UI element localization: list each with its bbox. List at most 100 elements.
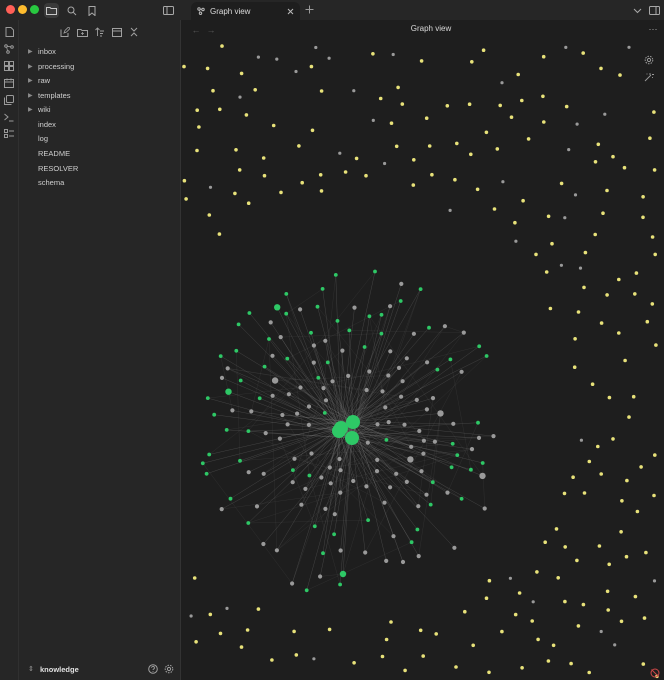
- note-node[interactable]: [207, 452, 212, 457]
- note-node[interactable]: [379, 331, 384, 336]
- orphan-node[interactable]: [641, 215, 645, 220]
- orphan-node[interactable]: [467, 102, 472, 106]
- orphan-node[interactable]: [573, 337, 577, 341]
- note-node[interactable]: [267, 337, 271, 341]
- orphan-node[interactable]: [244, 113, 249, 117]
- orphan-node[interactable]: [618, 73, 622, 77]
- orphan-node[interactable]: [487, 670, 491, 675]
- note-node[interactable]: [352, 305, 357, 310]
- orphan-node[interactable]: [652, 579, 657, 583]
- note-node[interactable]: [261, 471, 266, 476]
- orphan-node[interactable]: [412, 158, 416, 162]
- orphan-node[interactable]: [384, 637, 389, 642]
- orphan-node[interactable]: [573, 193, 578, 197]
- orphan-node[interactable]: [182, 178, 187, 183]
- note-node[interactable]: [400, 379, 405, 384]
- note-node[interactable]: [346, 373, 351, 378]
- orphan-node[interactable]: [551, 643, 556, 648]
- orphan-node[interactable]: [633, 594, 638, 599]
- note-node[interactable]: [246, 521, 251, 525]
- note-node[interactable]: [218, 354, 223, 358]
- orphan-node[interactable]: [554, 527, 559, 531]
- note-node[interactable]: [480, 461, 485, 465]
- hub-node[interactable]: [332, 424, 346, 438]
- note-node[interactable]: [285, 356, 290, 361]
- orphan-node[interactable]: [343, 170, 348, 174]
- orphan-node[interactable]: [582, 285, 586, 290]
- note-node[interactable]: [404, 479, 409, 484]
- orphan-node[interactable]: [238, 95, 242, 99]
- note-node[interactable]: [402, 422, 407, 427]
- orphan-node[interactable]: [253, 88, 257, 92]
- orphan-node[interactable]: [378, 96, 383, 101]
- sort-icon[interactable]: [94, 26, 106, 38]
- note-node[interactable]: [367, 314, 372, 319]
- graph-canvas[interactable]: [181, 40, 664, 680]
- orphan-node[interactable]: [593, 232, 597, 237]
- orphan-node[interactable]: [579, 438, 583, 442]
- orphan-node[interactable]: [270, 658, 274, 662]
- orphan-node[interactable]: [575, 558, 579, 563]
- orphan-node[interactable]: [542, 120, 546, 124]
- note-node[interactable]: [228, 496, 233, 501]
- orphan-node[interactable]: [599, 321, 604, 325]
- note-node[interactable]: [365, 440, 370, 445]
- note-node[interactable]: [238, 378, 243, 383]
- orphan-node[interactable]: [421, 654, 425, 658]
- note-node[interactable]: [374, 469, 380, 474]
- orphan-node[interactable]: [194, 640, 198, 644]
- note-node[interactable]: [448, 357, 453, 362]
- folder-wiki[interactable]: ▶ wiki: [19, 102, 179, 116]
- orphan-node[interactable]: [492, 207, 497, 211]
- right-sidebar-toggle-icon[interactable]: [647, 3, 662, 18]
- note-node[interactable]: [236, 322, 241, 327]
- hub-node[interactable]: [346, 415, 360, 429]
- orphan-node[interactable]: [279, 190, 283, 195]
- folder-templates[interactable]: ▶ templates: [19, 88, 179, 102]
- note-node[interactable]: [295, 411, 300, 416]
- bookmark-icon[interactable]: [84, 3, 99, 18]
- note-node[interactable]: [319, 475, 324, 480]
- orphan-node[interactable]: [327, 56, 331, 60]
- orphan-node[interactable]: [396, 85, 400, 90]
- note-node[interactable]: [298, 307, 303, 312]
- orphan-node[interactable]: [653, 252, 657, 257]
- orphan-node[interactable]: [576, 624, 581, 628]
- note-node[interactable]: [284, 292, 289, 296]
- note-node[interactable]: [312, 524, 317, 529]
- note-node[interactable]: [375, 457, 380, 462]
- note-node[interactable]: [280, 412, 285, 418]
- note-node[interactable]: [254, 504, 260, 509]
- orphan-node[interactable]: [310, 128, 315, 133]
- note-node[interactable]: [399, 394, 404, 399]
- note-node[interactable]: [338, 490, 343, 495]
- note-node[interactable]: [322, 411, 327, 415]
- note-node[interactable]: [316, 375, 321, 380]
- note-node[interactable]: [286, 392, 291, 397]
- orphan-node[interactable]: [559, 263, 563, 267]
- orphan-node[interactable]: [239, 71, 244, 76]
- orphan-node[interactable]: [205, 66, 210, 71]
- note-node[interactable]: [394, 471, 399, 476]
- orphan-node[interactable]: [297, 144, 301, 148]
- note-node[interactable]: [449, 465, 454, 470]
- orphan-node[interactable]: [526, 137, 531, 141]
- collapse-all-icon[interactable]: [128, 26, 140, 38]
- orphan-node[interactable]: [380, 654, 385, 659]
- orphan-node[interactable]: [314, 45, 318, 50]
- orphan-node[interactable]: [572, 365, 577, 370]
- orphan-node[interactable]: [211, 88, 215, 93]
- orphan-node[interactable]: [319, 89, 324, 93]
- note-node[interactable]: [307, 473, 312, 478]
- hub-node[interactable]: [345, 431, 359, 445]
- note-node[interactable]: [323, 506, 328, 511]
- orphan-node[interactable]: [234, 148, 238, 152]
- note-node[interactable]: [479, 472, 486, 480]
- orphan-node[interactable]: [319, 189, 324, 193]
- orphan-node[interactable]: [208, 185, 213, 189]
- orphan-node[interactable]: [394, 144, 399, 149]
- orphan-node[interactable]: [195, 148, 199, 153]
- note-node[interactable]: [414, 397, 419, 402]
- note-node[interactable]: [311, 360, 316, 365]
- new-folder-icon[interactable]: [76, 26, 88, 38]
